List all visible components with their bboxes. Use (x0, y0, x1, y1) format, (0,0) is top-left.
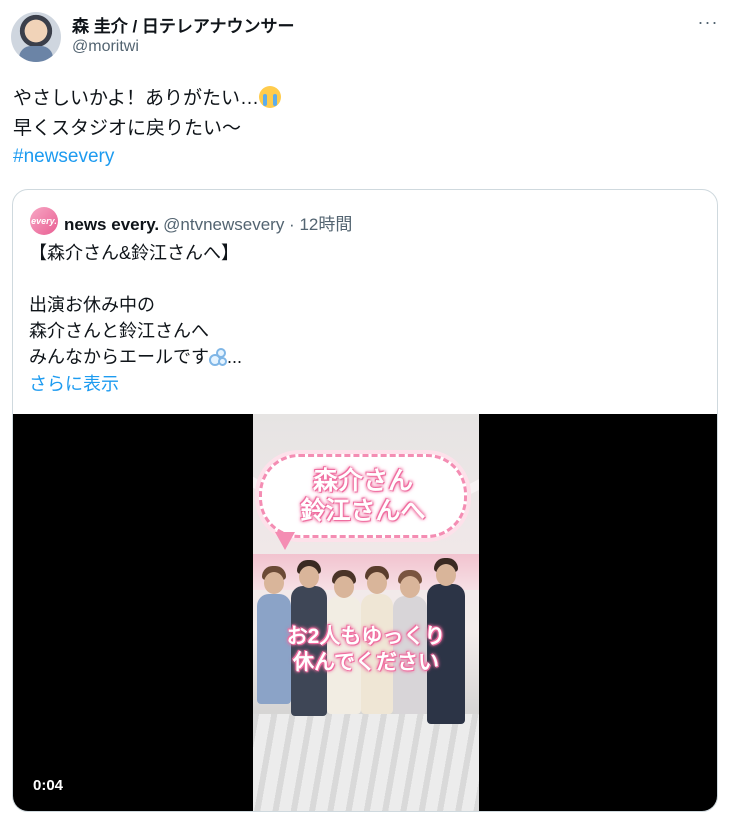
show-more-link[interactable]: さらに表示 (29, 370, 119, 396)
loudly-crying-face-emoji-icon (259, 86, 282, 108)
tweet-text-line2: 早くスタジオに戻りたい〜 (13, 118, 242, 139)
quoted-author-meta: @ntvnewsevery · 12時間 (163, 215, 353, 234)
tweet-text: やさしいかよ！ありがたい… 早くスタジオに戻りたい〜 (13, 84, 282, 144)
more-options-icon[interactable]: ··· (696, 12, 720, 36)
video-player[interactable]: 森介さん 鈴江さんへ お2人もゆっくり 休んでください 0:04 (13, 414, 717, 811)
quoted-tweet-ellipsis: ... (227, 347, 243, 367)
quoted-author-name[interactable]: news every. (64, 215, 159, 234)
bubbles-icon (209, 348, 227, 366)
video-frame[interactable]: 森介さん 鈴江さんへ お2人もゆっくり 休んでください (253, 414, 479, 811)
author-handle[interactable]: @moritwi (72, 38, 139, 56)
quoted-tweet-body: 【森介さん&鈴江さんへ】 出演お休み中の 森介さんと鈴江さんへ みんなからエール… (29, 243, 240, 367)
studio-floor (253, 714, 479, 811)
author-avatar[interactable] (11, 12, 61, 62)
speech-bubble-text: 森介さん 鈴江さんへ (300, 467, 426, 525)
hashtag-link[interactable]: #newsevery (13, 146, 114, 168)
quoted-tweet-text: 【森介さん&鈴江さんへ】 出演お休み中の 森介さんと鈴江さんへ みんなからエール… (29, 240, 242, 370)
video-timestamp: 0:04 (33, 777, 64, 794)
tweet-text-line1: やさしいかよ！ありがたい… (13, 88, 260, 109)
author-display-name[interactable]: 森 圭介 / 日テレアナウンサー (72, 12, 295, 37)
video-caption: お2人もゆっくり 休んでください (286, 625, 446, 674)
quoted-tweet-header: news every. @ntvnewsevery · 12時間 (64, 210, 352, 235)
quoted-author-avatar[interactable]: every. (30, 207, 58, 235)
speech-bubble-tail (275, 532, 295, 550)
quoted-tweet-card[interactable]: every. news every. @ntvnewsevery · 12時間 【… (12, 189, 718, 812)
